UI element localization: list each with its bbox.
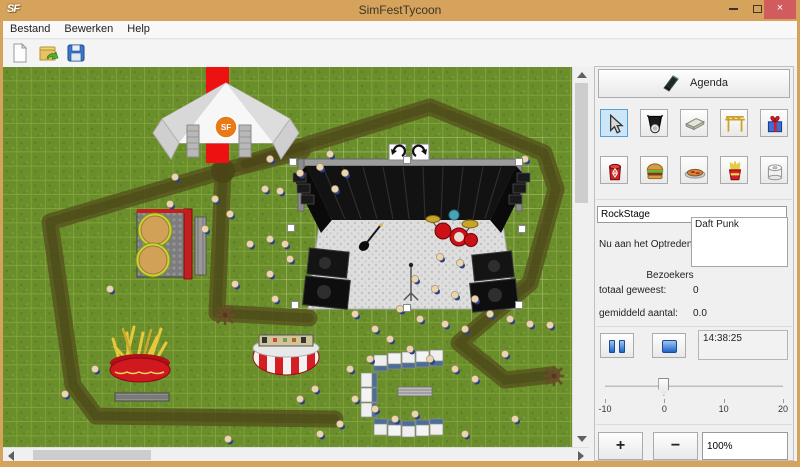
app-window: SF SimFestTycoon × BestandBewerkenHelp xyxy=(0,0,800,467)
avg-visitors-label: gemiddeld aantal: xyxy=(599,308,678,319)
avg-visitors-value: 0.0 xyxy=(693,308,707,319)
horizontal-scroll-thumb[interactable] xyxy=(33,450,151,460)
maximize-icon xyxy=(753,5,762,13)
agenda-label: Agenda xyxy=(690,77,728,89)
tool-gift-shop[interactable] xyxy=(760,109,788,137)
tool-burger-stand[interactable] xyxy=(640,156,668,184)
slider-thumb[interactable] xyxy=(658,378,669,396)
svg-text:SF: SF xyxy=(221,123,231,132)
menu-bar: BestandBewerkenHelp xyxy=(3,21,797,39)
truss-icon xyxy=(723,112,747,136)
tool-trash-can[interactable] xyxy=(600,156,628,184)
scroll-left-icon xyxy=(8,451,14,461)
burger-stand[interactable] xyxy=(136,209,206,279)
drink-stand[interactable] xyxy=(253,335,319,375)
agenda-button[interactable]: Agenda xyxy=(598,69,790,98)
fries-icon xyxy=(723,159,747,183)
tool-pizza-stand[interactable] xyxy=(680,156,708,184)
selection-handle xyxy=(516,302,523,309)
cursor-icon xyxy=(603,112,627,136)
scroll-down-icon xyxy=(577,436,587,442)
total-visitors-label: totaal geweest: xyxy=(599,285,666,296)
main-toolbar xyxy=(3,40,797,67)
scroll-up-icon xyxy=(577,72,587,78)
pizza-icon xyxy=(683,159,707,183)
agenda-book-icon xyxy=(660,74,680,92)
selection-handle xyxy=(404,305,411,312)
pause-icon xyxy=(609,340,615,353)
vertical-scroll-thumb[interactable] xyxy=(575,83,588,203)
close-button[interactable]: × xyxy=(764,0,796,19)
main-stage[interactable] xyxy=(293,159,530,312)
open-file-button[interactable] xyxy=(37,42,61,65)
tool-stage-light[interactable] xyxy=(640,109,668,137)
control-panel: Agenda xyxy=(594,66,794,461)
spotlight-icon xyxy=(643,112,667,136)
selection-handle xyxy=(290,159,297,166)
tool-stage-truss[interactable] xyxy=(720,109,748,137)
slider-track[interactable] xyxy=(605,385,783,387)
map-horizontal-scrollbar[interactable] xyxy=(3,447,589,461)
selection-handle xyxy=(404,157,411,164)
minimize-icon xyxy=(729,8,738,10)
scroll-right-icon xyxy=(578,451,584,461)
now-playing-list[interactable]: Daft Punk xyxy=(691,217,788,267)
rotate-right-button[interactable] xyxy=(412,144,429,160)
selection-handle xyxy=(516,159,523,166)
selection-handle xyxy=(519,226,526,233)
visitors-header: Bezoekers xyxy=(595,270,745,281)
client-area: BestandBewerkenHelp xyxy=(3,21,797,461)
dead-tree xyxy=(215,305,235,325)
map-vertical-scrollbar[interactable] xyxy=(572,67,589,447)
menu-help[interactable]: Help xyxy=(120,21,157,35)
zoom-in-button[interactable]: + xyxy=(598,432,643,460)
speed-slider[interactable]: -1001020 xyxy=(605,377,783,417)
clock-display: 14:38:25 xyxy=(698,330,788,360)
separator xyxy=(596,199,792,200)
tool-select-cursor[interactable] xyxy=(600,109,628,137)
now-playing-item[interactable]: Daft Punk xyxy=(695,219,784,230)
selection-handle xyxy=(292,302,299,309)
zoom-level-input[interactable] xyxy=(702,432,788,460)
floor-panel-icon xyxy=(683,112,707,136)
zoom-out-button[interactable]: − xyxy=(653,432,698,460)
tool-stage-floor[interactable] xyxy=(680,109,708,137)
tool-fries-stand[interactable] xyxy=(720,156,748,184)
slider-tick-label: 10 xyxy=(719,404,729,414)
now-playing-label: Nu aan het Optreden: xyxy=(599,239,695,250)
selection-handle xyxy=(288,225,295,232)
total-visitors-value: 0 xyxy=(693,285,699,296)
save-icon xyxy=(65,42,87,64)
new-file-button[interactable] xyxy=(9,42,33,65)
separator xyxy=(596,424,792,425)
trash-icon xyxy=(603,159,627,183)
slider-tick-label: 20 xyxy=(778,404,788,414)
gift-icon xyxy=(763,112,787,136)
menu-bewerken[interactable]: Bewerken xyxy=(57,21,120,35)
window-title: SimFestTycoon xyxy=(0,3,800,17)
stop-icon xyxy=(662,340,677,353)
minimize-button[interactable] xyxy=(720,0,746,19)
slider-tick-label: -10 xyxy=(598,404,611,414)
new-file-icon xyxy=(9,42,31,64)
open-folder-icon xyxy=(37,42,59,64)
burger-icon xyxy=(643,159,667,183)
tool-toilet[interactable] xyxy=(760,156,788,184)
dead-tree xyxy=(544,366,564,386)
menu-bestand[interactable]: Bestand xyxy=(3,21,57,35)
slider-tick-label: 0 xyxy=(662,404,667,414)
separator xyxy=(596,326,792,327)
save-file-button[interactable] xyxy=(65,42,89,65)
toilet-roll-icon xyxy=(763,159,787,183)
title-bar: SF SimFestTycoon × xyxy=(0,0,800,21)
festival-map[interactable]: SF xyxy=(3,67,572,447)
stop-button[interactable] xyxy=(652,333,686,358)
pause-button[interactable] xyxy=(600,333,634,358)
